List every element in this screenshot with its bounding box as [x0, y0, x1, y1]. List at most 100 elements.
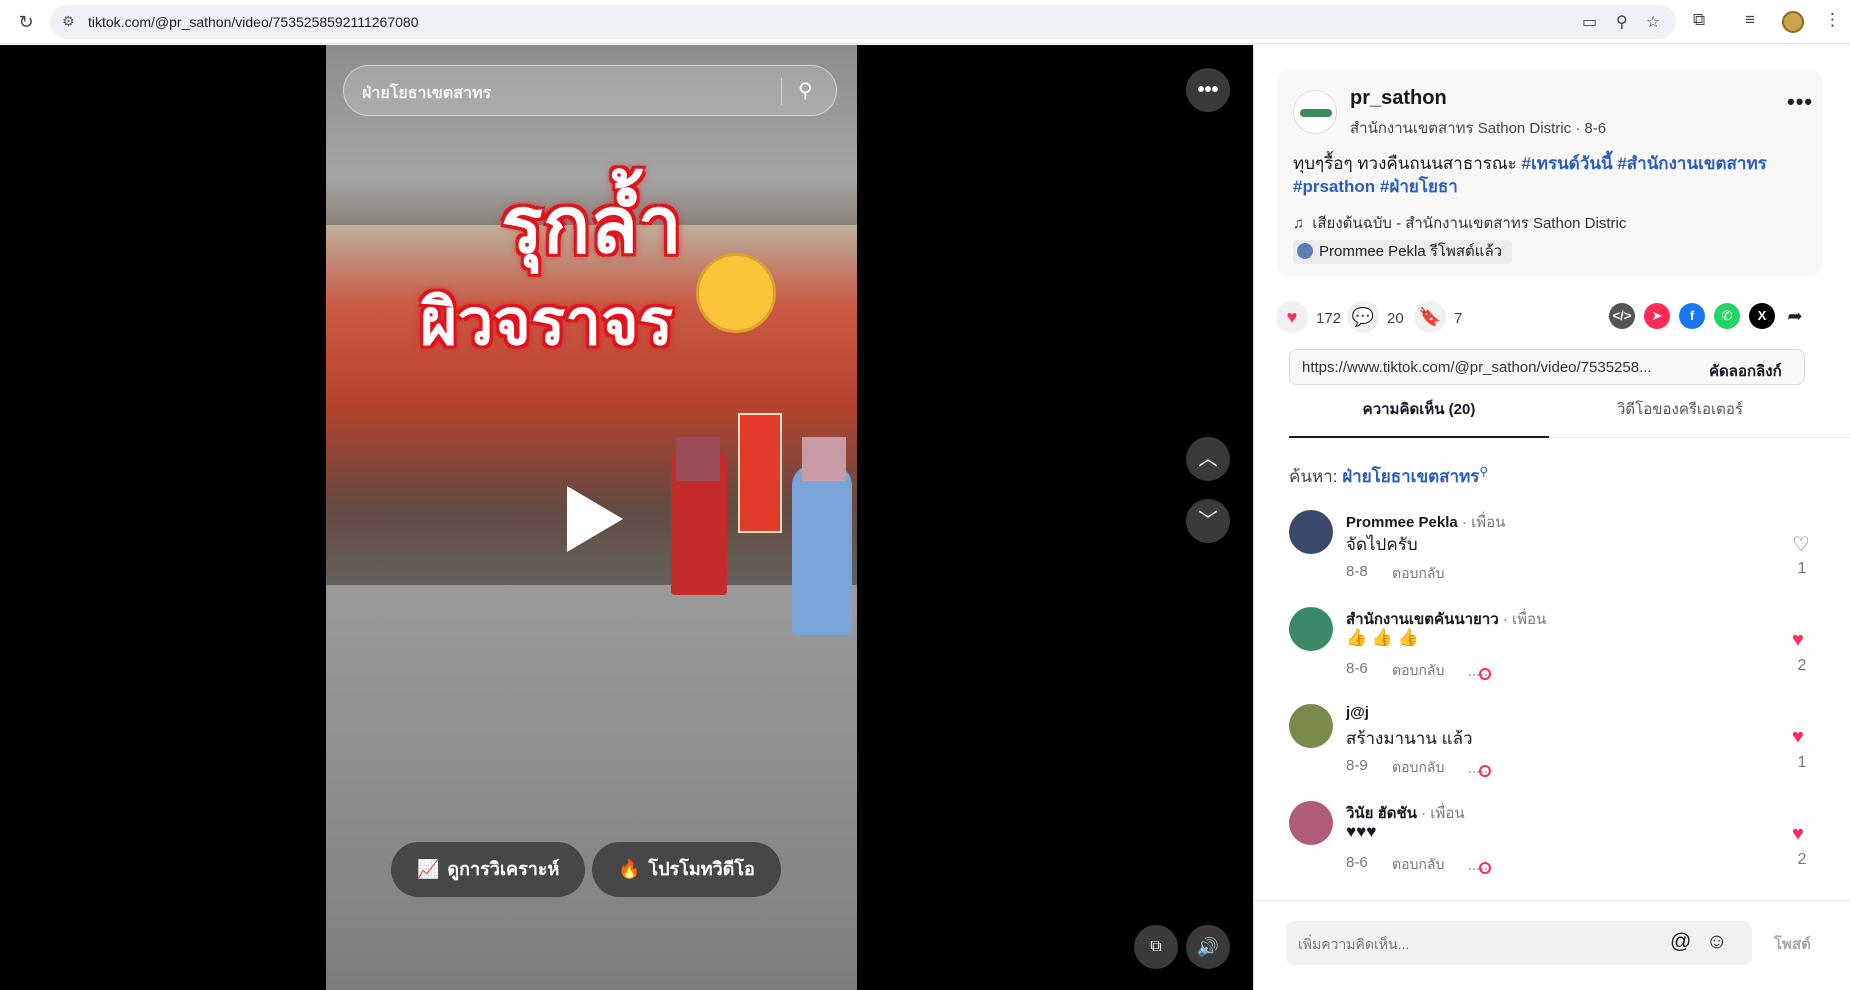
comment-like-count: 1 [1797, 754, 1807, 771]
commenter-name-text[interactable]: Prommee Pekla [1346, 514, 1458, 531]
repost-badge[interactable]: Prommee Pekla รีโพสต์แล้ว [1293, 240, 1513, 264]
reply-button[interactable]: ตอบกลับ [1392, 854, 1444, 876]
video-frame-sign [738, 413, 782, 533]
search-icon[interactable]: ⚲ [798, 78, 813, 103]
hashtag-link[interactable]: #prsathon [1293, 177, 1375, 196]
analytics-button[interactable]: 📈 ดูการวิเคราะห์ [391, 842, 586, 897]
comment-like-count: 2 [1797, 851, 1807, 868]
favorite-button[interactable]: 🔖 7 [1414, 301, 1462, 333]
engagement-bar: ♥ 172 💬 20 🔖 7 </> ➤ f ✆ X ➦ [1276, 297, 1836, 337]
volume-icon[interactable]: 🔊 [1186, 925, 1230, 969]
commenter-name[interactable]: j@j [1346, 704, 1369, 721]
comment-item: วินัย ฮัดชัน · เพื่อน ♥♥♥ 8-6 ตอบกลับ ♥ … [1289, 801, 1819, 881]
heart-icon: ♥ [1276, 301, 1308, 333]
share-arrow-icon[interactable]: ➦ [1782, 303, 1808, 329]
panel-tabs: ความคิดเห็น (20) วิดีโอของครีเอเตอร์ [1289, 390, 1850, 438]
reply-button[interactable]: ตอบกลับ [1392, 660, 1444, 682]
comment-like-count: 2 [1797, 657, 1807, 674]
friend-tag: · เพื่อน [1502, 611, 1547, 628]
bookmark-star-icon[interactable]: ☆ [1646, 12, 1660, 32]
send-to-friends-icon[interactable]: ➤ [1644, 303, 1670, 329]
promote-button[interactable]: 🔥 โปรโมทวิดีโอ [592, 842, 781, 897]
details-panel: pr_sathon สำนักงานเขตสาทร Sathon Distric… [1253, 45, 1850, 990]
search-icon[interactable]: ⚲ [1479, 464, 1488, 478]
post-comment-button[interactable]: โพสต์ [1774, 932, 1811, 956]
commenter-avatar[interactable] [1289, 510, 1333, 554]
embed-icon[interactable]: </> [1609, 303, 1635, 329]
author-avatar[interactable] [1293, 90, 1337, 134]
mention-icon[interactable]: @ [1670, 930, 1691, 954]
hashtag-link[interactable]: #สำนักงานเขตสาทร [1617, 154, 1767, 173]
url-text[interactable]: tiktok.com/@pr_sathon/video/753525859211… [88, 14, 419, 30]
share-link-url[interactable]: https://www.tiktok.com/@pr_sathon/video/… [1302, 359, 1682, 376]
reload-icon[interactable]: ↻ [14, 10, 38, 34]
commenter-name-text[interactable]: วินัย ฮัดชัน [1346, 805, 1417, 822]
comment-icon: 💬 [1347, 301, 1379, 333]
commenter-name-text[interactable]: สำนักงานเขตคันนายาว [1346, 611, 1499, 628]
whatsapp-icon[interactable]: ✆ [1714, 303, 1740, 329]
commenter-avatar[interactable] [1289, 607, 1333, 651]
comment-like-heart-icon[interactable]: ♥ [1792, 629, 1804, 652]
like-button[interactable]: ♥ 172 [1276, 301, 1341, 333]
profile-avatar[interactable] [1782, 11, 1804, 33]
comment-like-heart-icon[interactable]: ♥ [1792, 823, 1804, 846]
creator-liked-icon [1469, 664, 1491, 680]
comment-like-heart-icon[interactable]: ♥ [1792, 726, 1804, 749]
hashtag-link[interactable]: #ฝ่ายโยธา [1380, 177, 1458, 196]
comment-button[interactable]: 💬 20 [1347, 301, 1404, 333]
related-search-query[interactable]: ฝ่ายโยธาเขตสาทร [1342, 467, 1479, 486]
video-search-bar[interactable]: ฝ่ายโยธาเขตสาทร ⚲ [343, 65, 837, 116]
commenter-name-text[interactable]: j@j [1346, 704, 1369, 721]
comment-text: ♥♥♥ [1346, 822, 1377, 841]
comment-item: Prommee Pekla · เพื่อน จัดไปครับ 8-8 ตอบ… [1289, 510, 1819, 590]
crying-face-emoji-icon [696, 253, 776, 333]
comment-like-heart-icon[interactable]: ♡ [1792, 532, 1810, 557]
commenter-avatar[interactable] [1289, 801, 1333, 845]
comment-placeholder[interactable]: เพิ่มความคิดเห็น... [1298, 934, 1409, 956]
commenter-avatar[interactable] [1289, 704, 1333, 748]
search-divider [781, 78, 782, 105]
comment-count: 20 [1387, 310, 1404, 327]
comment-input[interactable]: เพิ่มความคิดเห็น... @ ☺ [1286, 921, 1752, 965]
description-text: ทุบๆรื้อๆ ทวงคืนถนนสาธารณะ [1293, 154, 1522, 173]
play-icon[interactable] [567, 486, 623, 552]
chevron-up-icon[interactable]: ︿ [1186, 437, 1230, 481]
site-info-icon[interactable]: ⚙ [62, 13, 75, 30]
more-options-icon[interactable]: ••• [1186, 68, 1230, 112]
media-icon[interactable]: ≡ [1745, 10, 1755, 30]
repost-label: Prommee Pekla รีโพสต์แล้ว [1319, 243, 1503, 260]
address-bar[interactable]: ⚙ tiktok.com/@pr_sathon/video/7535258592… [50, 5, 1676, 39]
chevron-down-icon[interactable]: ﹀ [1186, 499, 1230, 543]
facebook-icon[interactable]: f [1679, 303, 1705, 329]
reply-button[interactable]: ตอบกลับ [1392, 563, 1444, 585]
analytics-label: ดูการวิเคราะห์ [447, 859, 560, 879]
x-icon[interactable]: X [1749, 303, 1775, 329]
music-title[interactable]: เสียงต้นฉบับ - สำนักงานเขตสาทร Sathon Di… [1312, 215, 1626, 232]
blurred-face [676, 437, 720, 481]
hashtag-link[interactable]: #เทรนด์วันนี้ [1522, 154, 1613, 173]
author-username[interactable]: pr_sathon [1350, 87, 1447, 110]
video-overlay-title: รุกล้ำ [501, 181, 682, 269]
emoji-icon[interactable]: ☺ [1706, 930, 1727, 954]
comment-composer: เพิ่มความคิดเห็น... @ ☺ โพสต์ [1254, 900, 1850, 990]
comment-date: 8-9 [1346, 757, 1368, 774]
tab-comments[interactable]: ความคิดเห็น (20) [1289, 390, 1549, 438]
blurred-face [802, 437, 846, 481]
video-search-placeholder[interactable]: ฝ่ายโยธาเขตสาทร [362, 81, 491, 106]
post-more-icon[interactable]: ••• [1787, 89, 1813, 115]
copy-link-button[interactable]: คัดลอกลิงก์ [1709, 359, 1782, 383]
comment-date: 8-6 [1346, 660, 1368, 677]
zoom-icon[interactable]: ⚲ [1616, 12, 1628, 32]
comment-text: สร้างมานาน แล้ว [1346, 729, 1473, 748]
menu-kebab-icon[interactable]: ⋮ [1824, 10, 1841, 30]
floating-player-icon[interactable]: ⧉ [1134, 925, 1178, 969]
video-player[interactable]: ฝ่ายโยธาเขตสาทร ⚲ รุกล้ำ ผิวจราจร 📈 ดูการ… [326, 45, 857, 990]
video-overlay-subtitle: ผิวจราจร [326, 271, 857, 373]
reply-button[interactable]: ตอบกลับ [1392, 757, 1444, 779]
post-description: ทุบๆรื้อๆ ทวงคืนถนนสาธารณะ #เทรนด์วันนี้… [1293, 152, 1808, 198]
tab-creator-videos[interactable]: วิดีโอของครีเอเตอร์ [1549, 390, 1811, 438]
music-row[interactable]: ♫ เสียงต้นฉบับ - สำนักงานเขตสาทร Sathon D… [1293, 211, 1626, 235]
extensions-icon[interactable]: ⧉ [1693, 10, 1705, 30]
comment-date: 8-6 [1346, 854, 1368, 871]
install-icon[interactable]: ▭ [1582, 12, 1597, 32]
